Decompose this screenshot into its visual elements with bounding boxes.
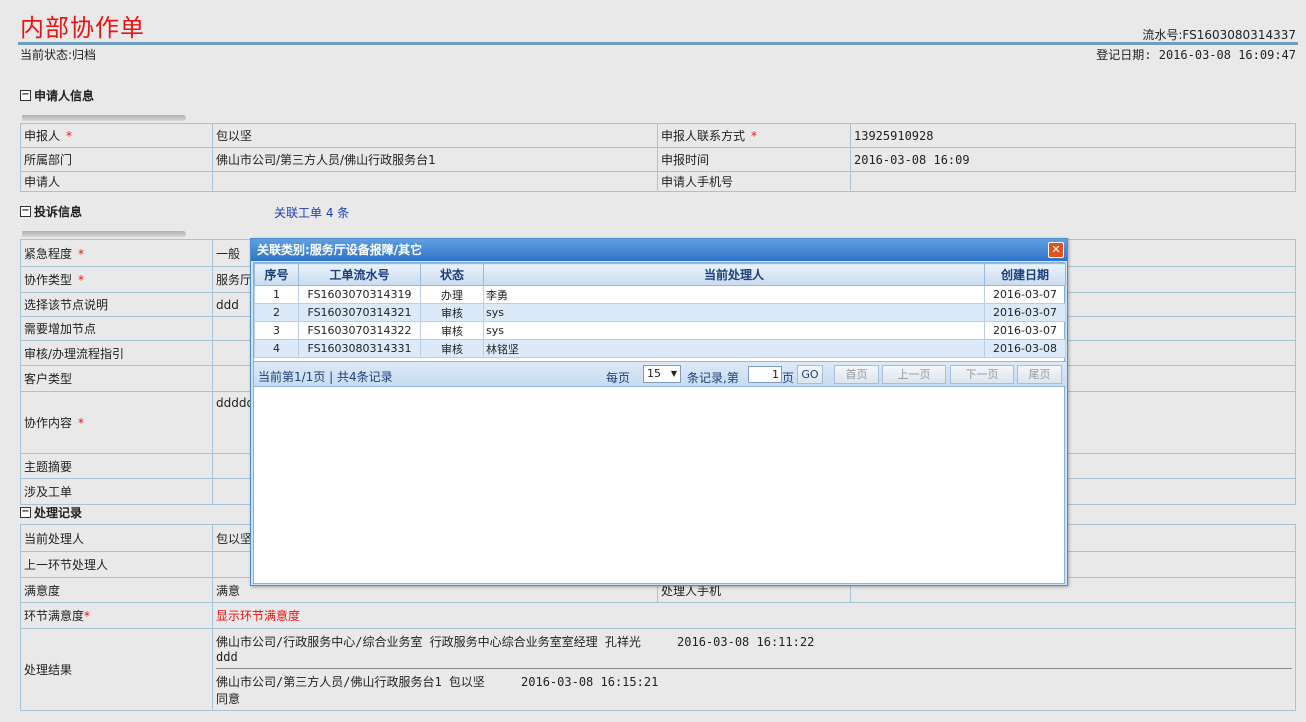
type-label: 协作类型 *: [20, 266, 213, 293]
collapse-icon[interactable]: −: [20, 507, 31, 518]
section-complaint-label: 投诉信息: [34, 205, 83, 219]
related-orders-link[interactable]: 关联工单 4 条: [274, 204, 349, 221]
satisfaction-label: 满意度: [20, 577, 213, 603]
section-complaint[interactable]: − 投诉信息: [20, 203, 82, 220]
prev-page-button[interactable]: 上一页: [882, 365, 946, 384]
col-header[interactable]: 工单流水号: [298, 263, 421, 286]
result-entry: 佛山市公司/行政服务中心/综合业务室 行政服务中心综合业务室室经理 孔祥光 20…: [216, 633, 1292, 669]
reporter-label: 申报人 *: [20, 123, 213, 148]
order-label: 涉及工单: [20, 478, 213, 505]
node-satisfaction-label: 环节满意度*: [20, 602, 213, 629]
register-date: 登记日期: 2016-03-08 16:09:47: [1096, 48, 1296, 62]
records-label: 条记录,第: [687, 371, 739, 385]
per-page-label: 每页: [606, 371, 631, 385]
section-underline: [22, 115, 186, 121]
contact-label: 申报人联系方式 *: [657, 123, 851, 148]
page-unit-label: 页: [782, 371, 795, 385]
applicant-value: [212, 171, 658, 192]
last-page-button[interactable]: 尾页: [1017, 365, 1062, 384]
reporter-value: 包以坚: [212, 123, 658, 148]
serial-number: 流水号:FS1603080314337: [1142, 28, 1296, 42]
phone-label: 申请人手机号: [657, 171, 851, 192]
time-value: 2016-03-08 16:09: [850, 147, 1296, 172]
related-orders-dialog: 关联类别:服务厅设备报障/其它 ✕ 序号 工单流水号 状态 当前处理人 创建日期…: [250, 238, 1068, 586]
orders-grid: 序号 工单流水号 状态 当前处理人 创建日期 1 FS1603070314319 办…: [254, 263, 1066, 358]
collapse-icon[interactable]: −: [20, 90, 31, 101]
chevron-down-icon: ▼: [670, 369, 677, 378]
dialog-body: 序号 工单流水号 状态 当前处理人 创建日期 1 FS1603070314319 办…: [253, 262, 1066, 584]
dialog-title[interactable]: 关联类别:服务厅设备报障/其它: [251, 239, 1067, 261]
phone-value: [850, 171, 1296, 192]
show-node-satisfaction-link[interactable]: 显示环节满意度: [212, 602, 1296, 629]
summary-label: 主题摘要: [20, 453, 213, 479]
col-header[interactable]: 状态: [420, 263, 484, 286]
first-page-button[interactable]: 首页: [834, 365, 879, 384]
section-process-label: 处理记录: [34, 506, 83, 520]
result-label: 处理结果: [20, 628, 213, 711]
applicant-table: 申报人 * 包以坚 申报人联系方式 * 13925910928 所属部门 佛山市公司…: [20, 123, 1296, 192]
addnode-label: 需要增加节点: [20, 316, 213, 341]
title-divider: [18, 42, 1298, 45]
page-number-input[interactable]: 1: [748, 366, 782, 383]
content-label: 协作内容 *: [20, 391, 213, 454]
guide-label: 审核/办理流程指引: [20, 340, 213, 366]
table-row[interactable]: 1 FS1603070314319 办理 李勇 2016-03-07: [254, 285, 1066, 304]
close-icon[interactable]: ✕: [1048, 242, 1064, 258]
node-label: 选择该节点说明: [20, 292, 213, 317]
applicant-label: 申请人: [20, 171, 213, 192]
result-text: ddd: [216, 649, 238, 664]
urgency-label: 紧急程度 *: [20, 239, 213, 267]
section-underline: [22, 231, 186, 237]
result-entry: 佛山市公司/第三方人员/佛山行政服务台1 包以坚 2016-03-08 16:1…: [216, 673, 1292, 707]
handler-label: 当前处理人: [20, 524, 213, 552]
result-line: 佛山市公司/第三方人员/佛山行政服务台1 包以坚 2016-03-08 16:1…: [216, 674, 659, 689]
collapse-icon[interactable]: −: [20, 206, 31, 217]
table-row[interactable]: 3 FS1603070314322 审核 sys 2016-03-07: [254, 321, 1066, 340]
page-info: 当前第1/1页 | 共4条记录: [258, 370, 393, 384]
go-button[interactable]: GO: [797, 365, 823, 384]
dept-value: 佛山市公司/第三方人员/佛山行政服务台1: [212, 147, 658, 172]
result-line: 佛山市公司/行政服务中心/综合业务室 行政服务中心综合业务室室经理 孔祥光 20…: [216, 634, 815, 649]
dept-label: 所属部门: [20, 147, 213, 172]
col-header[interactable]: 当前处理人: [483, 263, 985, 286]
table-row[interactable]: 4 FS1603080314331 审核 林铭坚 2016-03-08: [254, 339, 1066, 358]
page-size-select[interactable]: 15 ▼: [643, 365, 681, 383]
section-applicant[interactable]: − 申请人信息: [20, 87, 94, 104]
pager: 当前第1/1页 | 共4条记录 每页 15 ▼ 条记录,第 1 页 GO 首页 上…: [254, 361, 1066, 387]
table-row[interactable]: 2 FS1603070314321 审核 sys 2016-03-07: [254, 303, 1066, 322]
page-title: 内部协作单: [20, 14, 145, 42]
col-header[interactable]: 序号: [254, 263, 299, 286]
next-page-button[interactable]: 下一页: [950, 365, 1014, 384]
time-label: 申报时间: [657, 147, 851, 172]
result-value: 佛山市公司/行政服务中心/综合业务室 行政服务中心综合业务室室经理 孔祥光 20…: [212, 628, 1296, 711]
section-process[interactable]: − 处理记录: [20, 504, 82, 521]
section-applicant-label: 申请人信息: [34, 89, 95, 103]
contact-value: 13925910928: [850, 123, 1296, 148]
current-status: 当前状态:归档: [20, 48, 97, 62]
customer-type-label: 客户类型: [20, 365, 213, 392]
result-text: 同意: [216, 691, 241, 706]
col-header[interactable]: 创建日期: [984, 263, 1066, 286]
prev-handler-label: 上一环节处理人: [20, 551, 213, 578]
